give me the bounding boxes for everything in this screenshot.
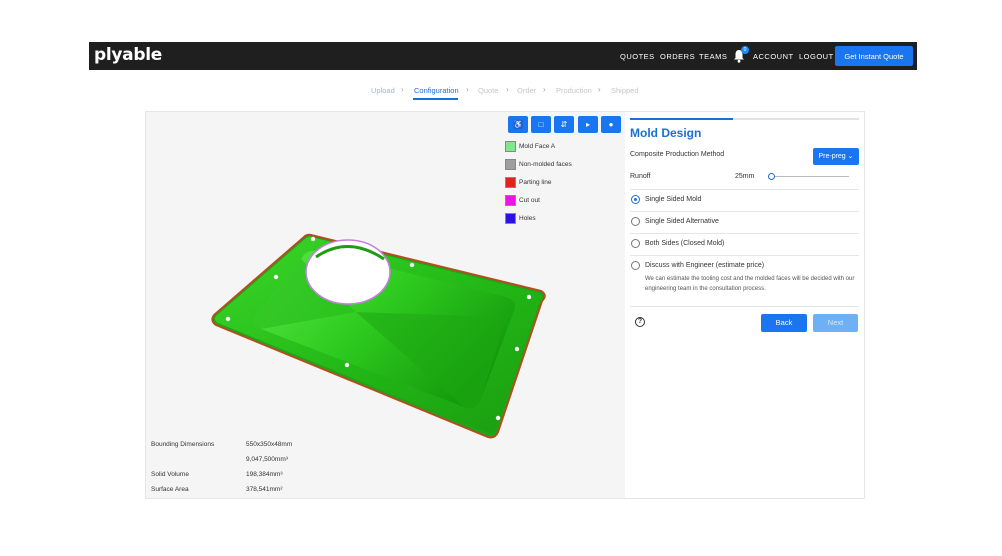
step-upload[interactable]: Upload [371,86,395,95]
option-description: We can estimate the tooling cost and the… [645,276,855,292]
progress-stepper: Upload › Configuration › Quote › Order ›… [0,85,1002,100]
radio-both-sides[interactable] [631,239,640,248]
back-button[interactable]: Back [761,314,807,332]
production-method-dropdown[interactable]: Pre-preg ⌄ [813,148,859,165]
step-order: Order [517,86,537,95]
chevron-right-icon: › [543,85,546,94]
runoff-label: Runoff [630,173,651,180]
option-label: Discuss with Engineer (estimate price) [645,262,765,269]
nav-orders[interactable]: ORDERS [660,52,695,61]
help-icon[interactable]: ? [635,317,645,327]
play-icon[interactable]: ▸ [578,116,598,133]
nav-account[interactable]: ACCOUNT [753,52,794,61]
square-icon[interactable]: □ [531,116,551,133]
legend-swatch [505,177,516,188]
logo[interactable]: plyable [94,45,162,65]
option-label: Single Sided Alternative [645,218,719,225]
legend-swatch [505,141,516,152]
panel-title: Mold Design [630,126,702,140]
legend-label: Cut out [519,197,540,204]
stat-value-volume-box: 9,047,500mm³ [246,456,288,463]
divider [630,233,859,234]
radio-discuss-with-engineer[interactable] [631,261,640,270]
option-label: Single Sided Mold [645,196,702,203]
stat-value-surface-area: 378,541mm² [246,486,283,493]
chevron-right-icon: › [401,85,404,94]
step-production: Production [556,86,592,95]
divider [630,306,859,307]
stat-label-surface-area: Surface Area [151,486,189,493]
slider-thumb[interactable] [767,173,775,180]
next-button[interactable]: Next [813,314,858,332]
dropdown-value: Pre-preg [818,153,846,160]
get-instant-quote-button[interactable]: Get Instant Quote [835,46,913,66]
accessibility-icon[interactable]: ♿ [508,116,528,133]
3d-part-model[interactable] [206,227,556,442]
progress-bar-fill [630,118,734,120]
configuration-card: ♿ □ ⇵ ▸ ● Mold Face A Non-molded faces P… [145,111,865,499]
notification-badge: 0 [741,46,749,54]
radio-single-sided-alternative[interactable] [631,217,640,226]
active-step-underline [413,98,458,100]
runoff-value: 25mm [735,173,755,180]
chevron-right-icon: › [466,85,469,94]
divider [630,255,859,256]
legend-swatch [505,195,516,206]
stat-label-solid-volume: Solid Volume [151,471,189,478]
legend-label: Non-molded faces [519,161,572,168]
step-shipped: Shipped [611,86,639,95]
top-navbar: plyable QUOTES ORDERS TEAMS 0 ACCOUNT LO… [89,42,917,70]
mold-design-panel: Mold Design Composite Production Method … [625,112,864,498]
method-label: Composite Production Method [630,151,725,158]
progress-bar [630,118,859,120]
circle-icon[interactable]: ● [601,116,621,133]
3d-viewer[interactable]: ♿ □ ⇵ ▸ ● Mold Face A Non-molded faces P… [146,112,625,498]
step-configuration[interactable]: Configuration [414,86,459,95]
divider [630,211,859,212]
legend-label: Parting line [519,179,552,186]
legend-swatch [505,159,516,170]
chevron-right-icon: › [506,85,509,94]
step-quote: Quote [478,86,499,95]
radio-single-sided-mold[interactable] [631,195,640,204]
chevron-right-icon: › [598,85,601,94]
nav-teams[interactable]: TEAMS [699,52,727,61]
nav-quotes[interactable]: QUOTES [620,52,655,61]
divider [630,189,859,190]
stat-label-bounding: Bounding Dimensions [151,441,215,448]
swap-icon[interactable]: ⇵ [554,116,574,133]
legend-swatch [505,213,516,224]
nav-logout[interactable]: LOGOUT [799,52,834,61]
stat-value-bounding: 550x350x48mm [246,441,293,448]
legend-label: Mold Face A [519,143,556,150]
runoff-slider[interactable] [767,173,849,180]
chevron-down-icon: ⌄ [847,153,854,160]
stat-value-solid-volume: 198,384mm³ [246,471,283,478]
option-label: Both Sides (Closed Mold) [645,240,725,247]
legend-label: Holes [519,215,536,222]
